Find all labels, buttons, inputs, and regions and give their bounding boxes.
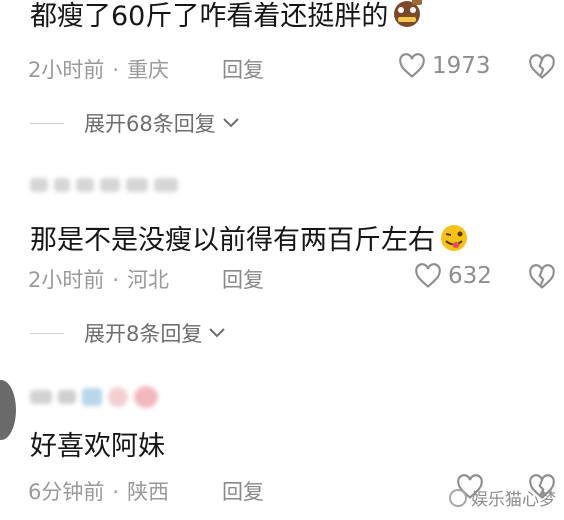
like-button[interactable]: 632: [414, 263, 492, 289]
avatar[interactable]: [0, 380, 16, 440]
comment-location: 陕西: [127, 480, 170, 504]
separator-dot: ·: [112, 268, 120, 292]
expand-label: 展开68条回复: [84, 112, 216, 136]
comment-time: 2小时前: [28, 58, 105, 82]
money-mouth-emoji-icon: [394, 0, 423, 27]
reply-button[interactable]: 回复: [222, 54, 264, 84]
like-button[interactable]: 1973: [398, 53, 491, 79]
comment-meta: 2小时前 · 重庆: [28, 54, 169, 84]
comment-3-text: 好喜欢阿妹: [30, 431, 165, 462]
watermark-logo-icon: [449, 488, 467, 507]
chevron-down-icon: [209, 328, 226, 338]
reply-button[interactable]: 回复: [222, 264, 264, 294]
comment-meta: 2小时前 · 河北: [28, 264, 169, 294]
expand-replies-button[interactable]: 展开68条回复: [30, 108, 240, 138]
chevron-down-icon: [223, 118, 239, 128]
divider-line: [30, 122, 64, 124]
broken-heart-icon[interactable]: [528, 264, 556, 290]
separator-dot: ·: [112, 480, 120, 504]
divider-line: [30, 332, 64, 334]
reply-button[interactable]: 回复: [222, 476, 264, 506]
watermark: 娱乐猫心梦: [449, 485, 556, 510]
expand-label: 展开8条回复: [84, 322, 203, 346]
heart-outline-icon: [415, 263, 441, 288]
like-count: 632: [448, 263, 492, 289]
winking-tongue-emoji-icon: [441, 224, 467, 251]
comment-text: 好喜欢阿妹: [30, 424, 165, 463]
heart-outline-icon: [399, 53, 425, 78]
comment-2-text: 那是不是没瘦以前得有两百斤左右: [30, 225, 435, 256]
watermark-text: 娱乐猫心梦: [471, 490, 556, 510]
comment-time: 6分钟前: [28, 480, 105, 504]
broken-heart-icon[interactable]: [528, 54, 556, 80]
comment-text: 都瘦了60斤了咋看着还挺胖的: [30, 0, 424, 33]
like-count: 1973: [432, 53, 491, 79]
comment-time: 2小时前: [28, 268, 105, 292]
expand-replies-button[interactable]: 展开8条回复: [30, 318, 226, 348]
blurred-username: [30, 386, 158, 408]
separator-dot: ·: [112, 58, 120, 82]
comment-location: 重庆: [127, 58, 170, 82]
comment-1-text: 都瘦了60斤了咋看着还挺胖的: [30, 1, 389, 32]
comment-text: 那是不是没瘦以前得有两百斤左右: [30, 218, 471, 257]
comment-meta: 6分钟前 · 陕西: [28, 476, 169, 506]
blurred-username: [30, 178, 178, 192]
comment-location: 河北: [127, 268, 170, 292]
